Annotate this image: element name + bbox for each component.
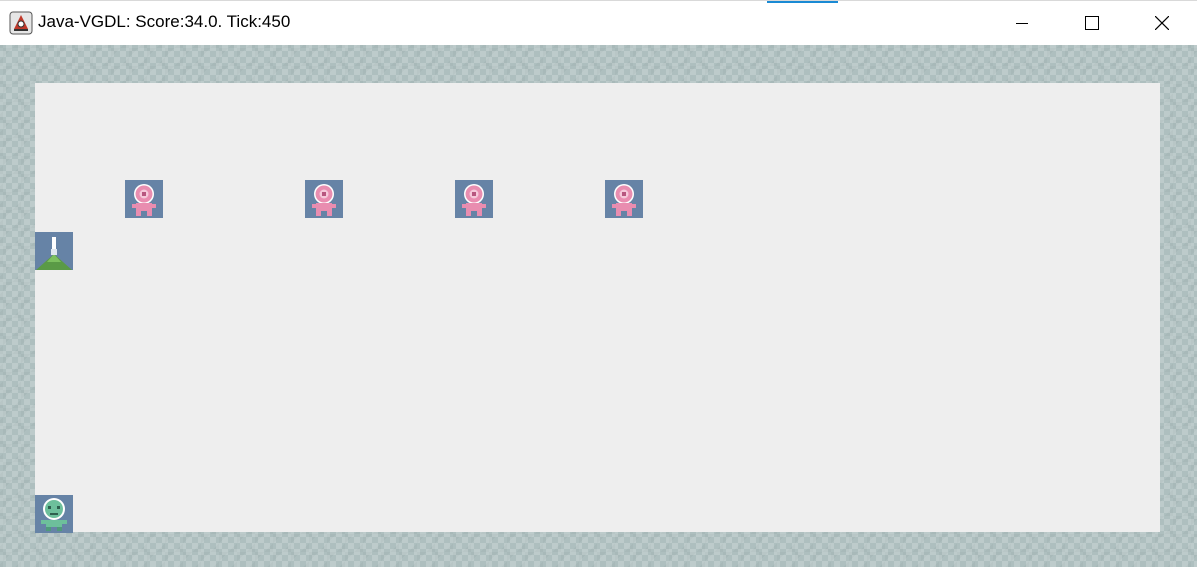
cannon-icon xyxy=(35,232,73,270)
minimize-button[interactable] xyxy=(987,1,1057,45)
pink-alien-icon xyxy=(125,180,163,218)
java-icon xyxy=(9,11,33,35)
app-window: Java-VGDL: Score:34.0. Tick:450 xyxy=(0,0,1197,567)
window-title: Java-VGDL: Score:34.0. Tick:450 xyxy=(38,12,291,31)
pink-alien-icon xyxy=(605,180,643,218)
maximize-icon xyxy=(1085,16,1099,30)
pink-alien-icon xyxy=(455,180,493,218)
green-alien-icon xyxy=(35,495,73,533)
close-button[interactable] xyxy=(1127,1,1197,45)
minimize-icon xyxy=(1016,23,1028,24)
playfield xyxy=(35,83,1160,533)
pink-alien-icon xyxy=(305,180,343,218)
game-canvas[interactable] xyxy=(0,45,1197,567)
accent-line xyxy=(767,1,838,3)
title-bar[interactable]: Java-VGDL: Score:34.0. Tick:450 xyxy=(0,0,1197,45)
close-icon xyxy=(1155,16,1169,30)
maximize-button[interactable] xyxy=(1057,1,1127,45)
